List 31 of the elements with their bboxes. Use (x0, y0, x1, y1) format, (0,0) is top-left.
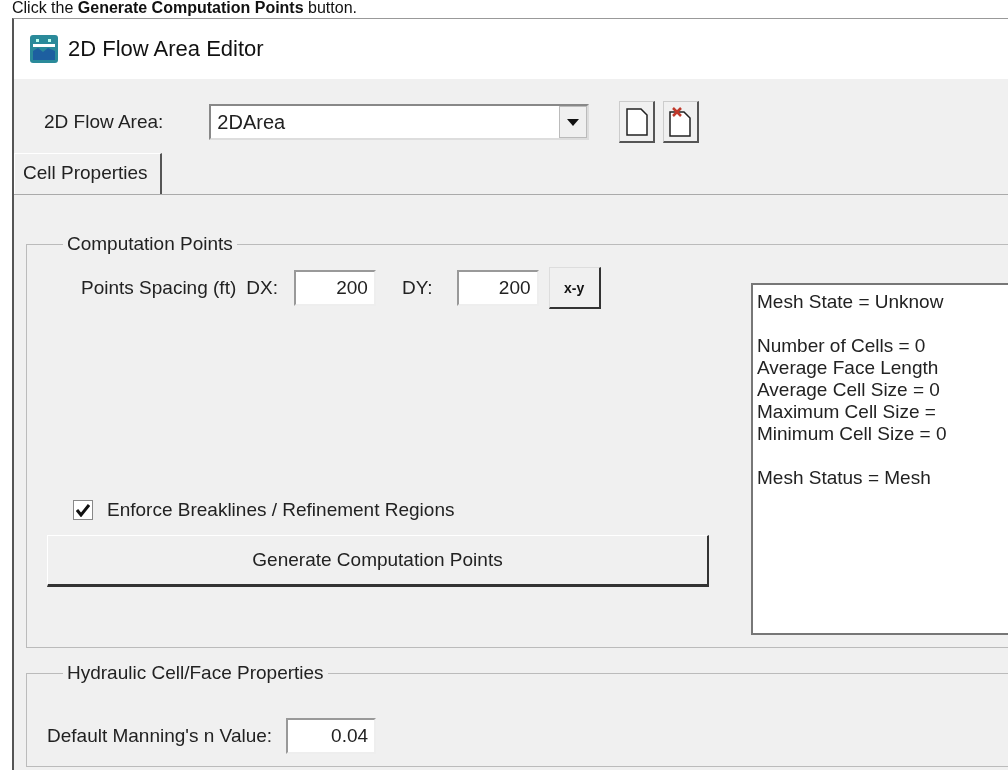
mesh-info-line: Mesh Status = Mesh (757, 467, 932, 489)
delete-document-button[interactable] (663, 101, 700, 143)
flow-area-label: 2D Flow Area: (44, 111, 164, 133)
delete-document-icon (668, 106, 693, 137)
enforce-label: Enforce Breaklines / Refinement Regions (107, 499, 455, 521)
instruction-text: Click the Generate Computation Points button. (11, 0, 358, 18)
mesh-info-line: Maximum Cell Size = (757, 401, 937, 423)
group-title: Hydraulic Cell/Face Properties (66, 662, 325, 684)
mesh-info-line: Minimum Cell Size = 0 (757, 423, 948, 445)
dy-field[interactable]: 200 (456, 270, 539, 306)
xy-button[interactable]: x-y (548, 267, 601, 309)
manning-label: Default Manning's n Value: (47, 725, 273, 747)
dropdown-arrow-icon (567, 118, 580, 126)
manning-field[interactable]: 0.04 (286, 718, 377, 754)
group-title: Computation Points (66, 233, 234, 255)
window-title: 2D Flow Area Editor (68, 36, 264, 62)
dx-label: DX: (246, 277, 278, 299)
dy-label: DY: (401, 277, 433, 299)
mesh-info-line: Mesh State = Unknow (757, 291, 945, 313)
mesh-info-line: Average Cell Size = 0 (757, 379, 941, 401)
new-document-button[interactable] (619, 101, 656, 143)
tab[interactable]: Cell Properties (14, 153, 162, 194)
generate-button[interactable]: Generate Computation Points (47, 535, 709, 587)
dx-field[interactable]: 200 (293, 270, 376, 306)
mesh-info-line: Number of Cells = 0 (757, 335, 927, 357)
spacing-label: Points Spacing (ft) (81, 277, 237, 299)
flow-area-dropdown[interactable]: 2DArea (209, 104, 590, 140)
mesh-info-line: Average Face Length (757, 357, 940, 379)
checkbox[interactable] (73, 500, 93, 520)
app-icon (30, 35, 58, 63)
document-icon (625, 107, 648, 136)
